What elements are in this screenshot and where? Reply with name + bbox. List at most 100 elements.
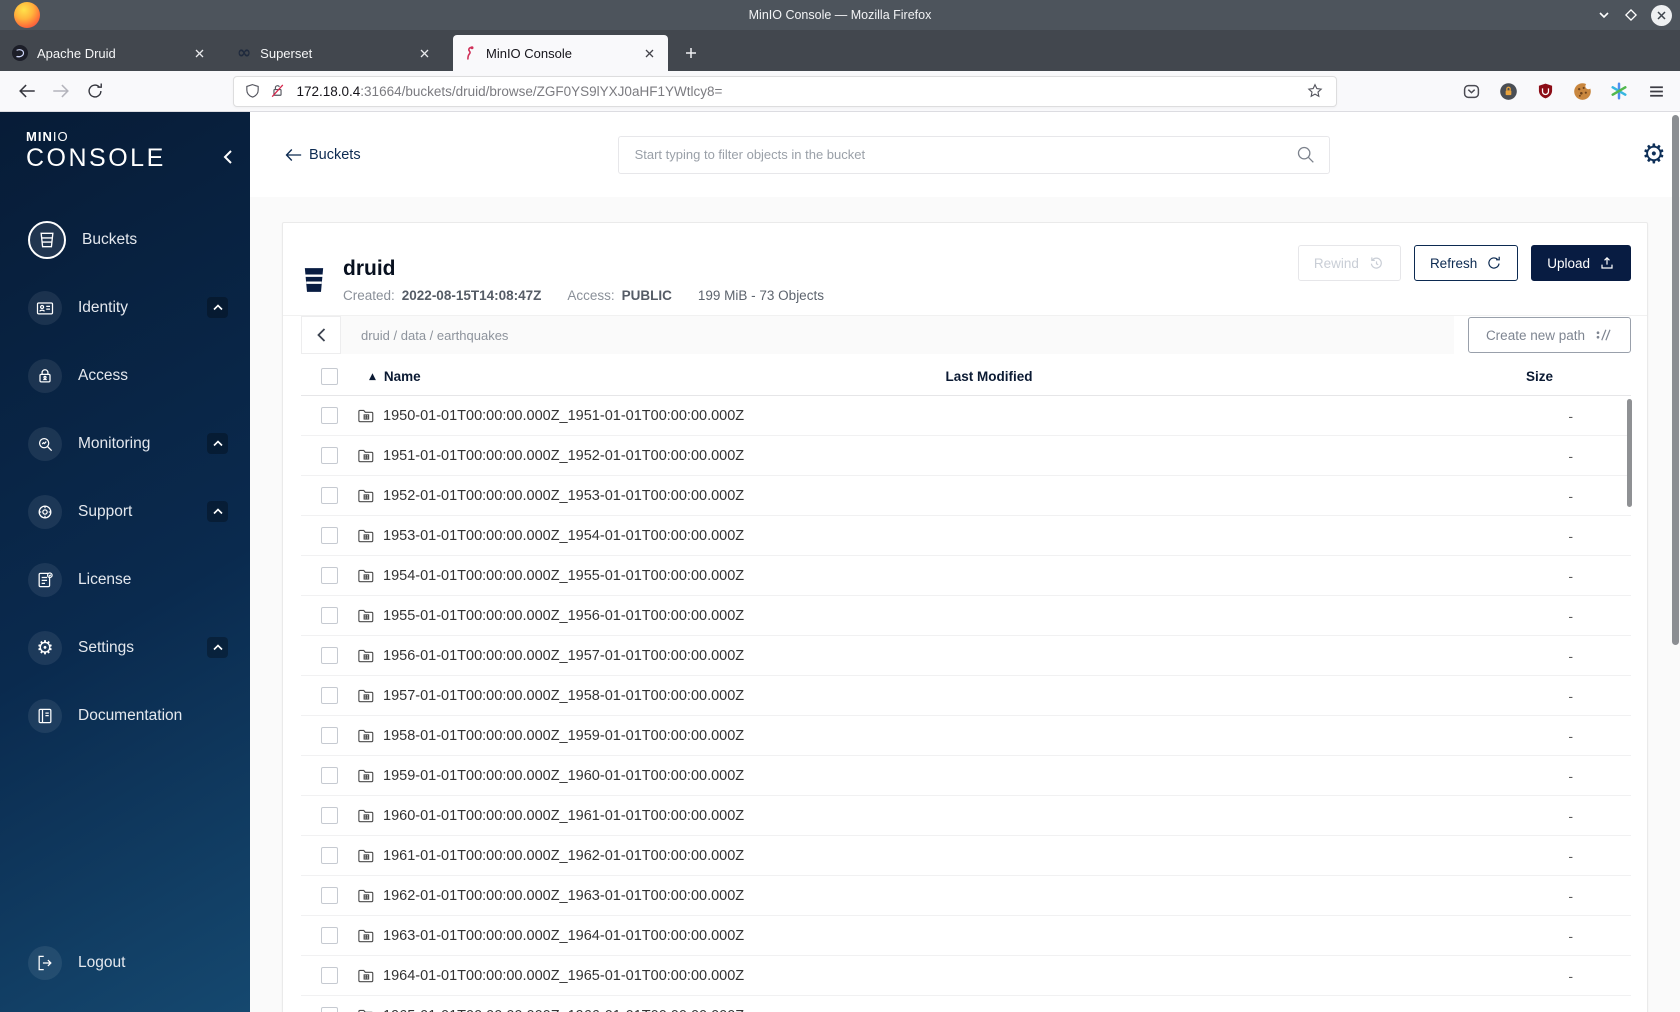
create-new-path-button[interactable]: Create new path	[1467, 317, 1631, 353]
tab-close-icon[interactable]	[639, 43, 659, 63]
row-checkbox[interactable]	[320, 1007, 338, 1012]
row-checkbox[interactable]	[320, 727, 338, 744]
row-checkbox[interactable]	[320, 927, 338, 944]
pocket-icon[interactable]	[1457, 77, 1485, 105]
row-checkbox[interactable]	[320, 807, 338, 824]
object-row[interactable]: 1958-01-01T00:00:00.000Z_1959-01-01T00:0…	[301, 716, 1631, 756]
row-checkbox[interactable]	[320, 407, 338, 424]
object-row[interactable]: 1950-01-01T00:00:00.000Z_1951-01-01T00:0…	[301, 396, 1631, 436]
row-checkbox[interactable]	[320, 687, 338, 704]
page-content: druid Created: 2022-08-15T14:08:47Z Acce…	[250, 197, 1680, 1012]
rewind-button[interactable]: Rewind	[1297, 245, 1401, 281]
tab-close-icon[interactable]	[414, 43, 434, 63]
object-row[interactable]: 1952-01-01T00:00:00.000Z_1953-01-01T00:0…	[301, 476, 1631, 516]
filter-objects-input[interactable]	[617, 135, 1330, 174]
privacy-extension-icon[interactable]	[1494, 77, 1522, 105]
upload-button[interactable]: Upload	[1531, 245, 1631, 281]
object-size: -	[1568, 567, 1573, 584]
object-row[interactable]: 1959-01-01T00:00:00.000Z_1960-01-01T00:0…	[301, 756, 1631, 796]
minio-sidebar: MINIO CONSOLE Buckets Identity Access Mo…	[0, 112, 250, 1012]
chevron-up-icon[interactable]	[207, 433, 228, 454]
tab-apache-druid[interactable]: Apache Druid	[3, 35, 218, 71]
object-row[interactable]: 1960-01-01T00:00:00.000Z_1961-01-01T00:0…	[301, 796, 1631, 836]
chevron-up-icon[interactable]	[207, 637, 228, 658]
settings-gear-icon[interactable]: ⚙	[1642, 141, 1666, 168]
tab-superset[interactable]: ∞ Superset	[228, 35, 443, 71]
object-size: -	[1568, 927, 1573, 944]
object-row[interactable]: 1965-01-01T00:00:00.000Z_1966-01-01T00:0…	[301, 996, 1631, 1012]
object-row[interactable]: 1955-01-01T00:00:00.000Z_1956-01-01T00:0…	[301, 596, 1631, 636]
tracking-protection-shield-icon[interactable]	[244, 82, 261, 100]
colorful-asterisk-extension-icon[interactable]	[1605, 77, 1633, 105]
select-all-checkbox[interactable]	[320, 368, 338, 385]
row-checkbox[interactable]	[320, 767, 338, 784]
object-row[interactable]: 1962-01-01T00:00:00.000Z_1963-01-01T00:0…	[301, 876, 1631, 916]
object-row[interactable]: 1951-01-01T00:00:00.000Z_1952-01-01T00:0…	[301, 436, 1631, 476]
object-size: -	[1568, 767, 1573, 784]
bucket-icon	[28, 221, 66, 259]
sidebar-collapse-chevron[interactable]	[222, 148, 234, 166]
object-size: -	[1568, 447, 1573, 464]
sidebar-item-buckets[interactable]: Buckets	[28, 220, 228, 260]
row-checkbox[interactable]	[320, 847, 338, 864]
object-name: 1963-01-01T00:00:00.000Z_1964-01-01T00:0…	[383, 927, 745, 944]
sidebar-item-identity[interactable]: Identity	[28, 288, 228, 328]
row-checkbox[interactable]	[320, 447, 338, 464]
forward-button[interactable]	[44, 76, 78, 106]
tab-label: Apache Druid	[37, 45, 116, 61]
window-minimize-button[interactable]	[1597, 8, 1611, 22]
sidebar-item-documentation[interactable]: Documentation	[28, 696, 228, 736]
object-browser-header: Buckets ⚙	[250, 112, 1680, 197]
new-tab-button[interactable]	[678, 40, 704, 66]
bookmark-star-icon[interactable]	[1306, 82, 1324, 100]
object-row[interactable]: 1954-01-01T00:00:00.000Z_1955-01-01T00:0…	[301, 556, 1631, 596]
refresh-button[interactable]: Refresh	[1413, 245, 1519, 281]
sidebar-item-support[interactable]: Support	[28, 492, 228, 532]
left-arrow-icon	[285, 148, 302, 161]
table-scrollbar-thumb[interactable]	[1627, 399, 1632, 507]
back-button[interactable]	[10, 76, 44, 106]
reload-button[interactable]	[78, 76, 112, 106]
object-row[interactable]: 1961-01-01T00:00:00.000Z_1962-01-01T00:0…	[301, 836, 1631, 876]
row-checkbox[interactable]	[320, 527, 338, 544]
bucket-meta: Created: 2022-08-15T14:08:47Z Access: PU…	[343, 288, 824, 303]
chevron-up-icon[interactable]	[207, 501, 228, 522]
object-row[interactable]: 1953-01-01T00:00:00.000Z_1954-01-01T00:0…	[301, 516, 1631, 556]
row-checkbox[interactable]	[320, 567, 338, 584]
ublock-origin-icon[interactable]	[1531, 77, 1559, 105]
tab-minio-console[interactable]: MinIO Console	[453, 35, 668, 71]
sidebar-item-settings[interactable]: ⚙ Settings	[28, 628, 228, 668]
folder-file-icon	[358, 609, 374, 622]
object-row[interactable]: 1957-01-01T00:00:00.000Z_1958-01-01T00:0…	[301, 676, 1631, 716]
insecure-lock-icon[interactable]	[269, 82, 286, 100]
path-back-button[interactable]	[301, 316, 341, 354]
hamburger-menu-icon[interactable]	[1642, 77, 1670, 105]
sidebar-item-label: Support	[78, 503, 133, 520]
access-value: PUBLIC	[621, 288, 672, 304]
sidebar-item-logout[interactable]: Logout	[28, 943, 228, 983]
url-bar[interactable]: 172.18.0.4:31664/buckets/druid/browse/ZG…	[233, 75, 1337, 107]
row-checkbox[interactable]	[320, 607, 338, 624]
folder-file-icon	[358, 969, 374, 982]
upload-icon	[1601, 256, 1613, 269]
page-scrollbar-thumb[interactable]	[1672, 115, 1679, 645]
sidebar-item-monitoring[interactable]: Monitoring	[28, 424, 228, 464]
row-checkbox[interactable]	[320, 887, 338, 904]
row-checkbox[interactable]	[320, 647, 338, 664]
sidebar-item-license[interactable]: License	[28, 560, 228, 600]
object-row[interactable]: 1963-01-01T00:00:00.000Z_1964-01-01T00:0…	[301, 916, 1631, 956]
window-close-button[interactable]	[1651, 4, 1672, 26]
row-checkbox[interactable]	[320, 967, 338, 984]
logout-icon	[28, 946, 62, 980]
object-row[interactable]: 1964-01-01T00:00:00.000Z_1965-01-01T00:0…	[301, 956, 1631, 996]
back-to-buckets-link[interactable]: Buckets	[285, 147, 361, 163]
column-header-name[interactable]: ▲ Name	[357, 369, 779, 384]
object-row[interactable]: 1956-01-01T00:00:00.000Z_1957-01-01T00:0…	[301, 636, 1631, 676]
chevron-up-icon[interactable]	[207, 297, 228, 318]
sidebar-item-access[interactable]: Access	[28, 356, 228, 396]
window-maximize-button[interactable]	[1624, 8, 1638, 22]
tab-close-icon[interactable]	[189, 43, 209, 63]
row-checkbox[interactable]	[320, 487, 338, 504]
cookie-extension-icon[interactable]	[1568, 77, 1596, 105]
breadcrumb[interactable]: druid / data / earthquakes	[341, 316, 1454, 354]
